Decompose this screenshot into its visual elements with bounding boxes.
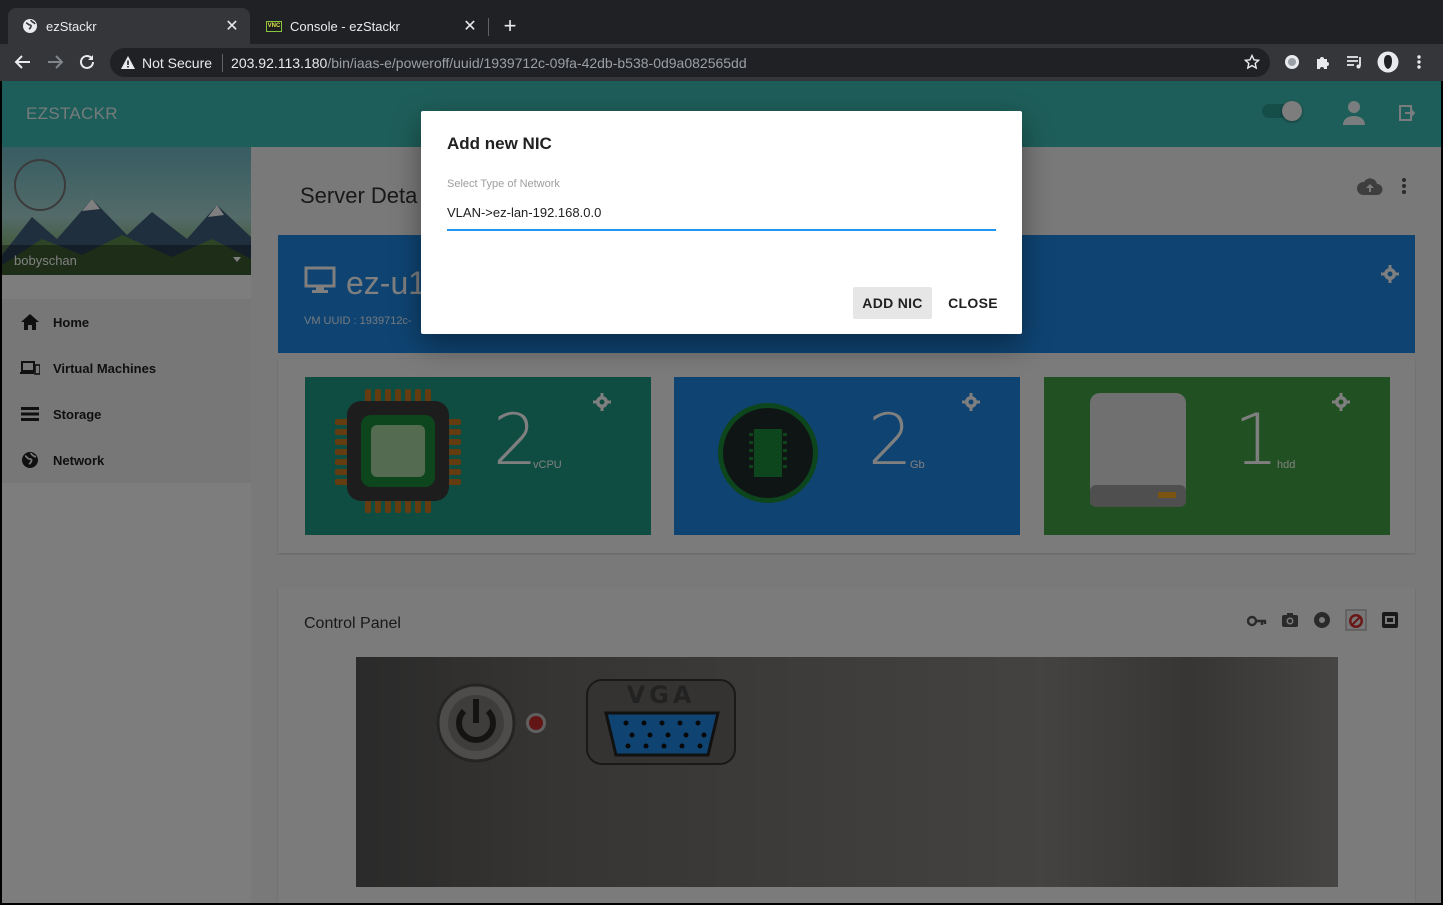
window-frame-left: [0, 81, 2, 905]
media-queue-icon[interactable]: [1346, 53, 1364, 71]
back-icon[interactable]: [12, 51, 34, 73]
url-host: 203.92.113.180: [231, 54, 328, 71]
tab-ezstackr[interactable]: ezStackr ✕: [8, 8, 250, 44]
reload-icon[interactable]: [76, 51, 98, 73]
close-button[interactable]: CLOSE: [945, 287, 1001, 319]
bookmark-star-icon[interactable]: [1243, 53, 1261, 70]
forward-icon[interactable]: [44, 51, 66, 73]
extensions-puzzle-icon[interactable]: [1314, 53, 1332, 71]
dialog-title: Add new NIC: [447, 134, 552, 153]
tab-strip: ezStackr ✕ VNC Console - ezStackr ✕ +: [0, 0, 1443, 44]
close-tab-icon[interactable]: ✕: [460, 16, 480, 36]
tab-console[interactable]: VNC Console - ezStackr ✕: [252, 8, 488, 44]
extension-record-icon[interactable]: [1283, 53, 1301, 71]
globe-icon: [22, 18, 38, 34]
add-nic-button[interactable]: ADD NIC: [853, 287, 932, 319]
browser-menu-icon[interactable]: [1410, 53, 1428, 71]
vnc-icon: VNC: [266, 18, 282, 34]
tab-separator: [488, 18, 489, 36]
network-type-select[interactable]: VLAN->ez-lan-192.168.0.0: [447, 205, 996, 231]
browser-chrome: ezStackr ✕ VNC Console - ezStackr ✕ + No…: [0, 0, 1443, 81]
security-label: Not Secure: [142, 54, 213, 71]
network-type-label: Select Type of Network: [447, 178, 560, 190]
browser-toolbar: Not Secure 203.92.113.180/bin/iaas-e/pow…: [0, 44, 1443, 81]
address-bar[interactable]: Not Secure 203.92.113.180/bin/iaas-e/pow…: [110, 48, 1270, 77]
warning-icon: [120, 55, 136, 71]
profile-avatar-icon[interactable]: [1377, 51, 1399, 73]
close-tab-icon[interactable]: ✕: [222, 16, 242, 36]
address-separator: [222, 53, 224, 72]
add-nic-dialog: Add new NIC Select Type of Network VLAN-…: [421, 111, 1022, 334]
tab-title: ezStackr: [46, 18, 97, 34]
new-tab-button[interactable]: +: [500, 15, 520, 37]
url-path: /bin/iaas-e/poweroff/uuid/1939712c-09fa-…: [327, 54, 747, 71]
vnc-badge: VNC: [266, 20, 282, 32]
tab-title: Console - ezStackr: [290, 18, 400, 34]
